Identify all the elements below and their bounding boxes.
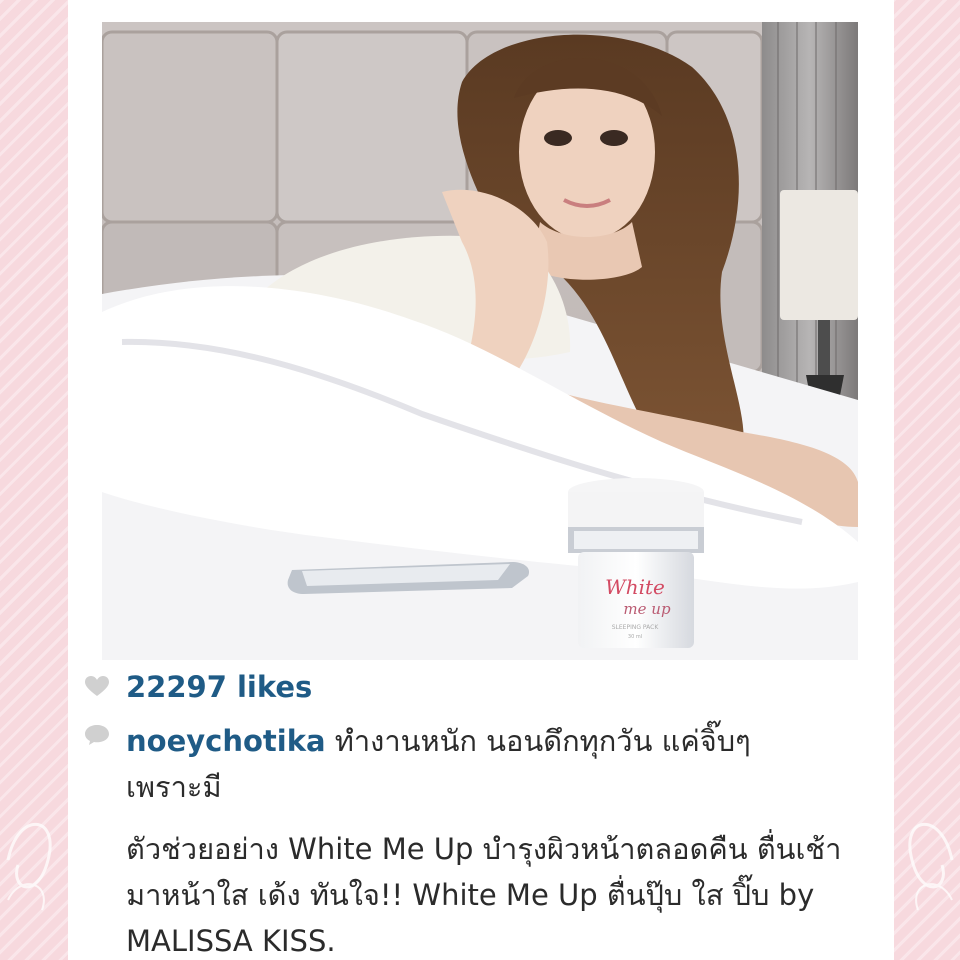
caption-paragraph-1: noeychotika ทำงานหนัก นอนดึกทุกวัน แค่จิ… (126, 718, 870, 810)
likes-count[interactable]: 22297 likes (126, 670, 312, 704)
left-pink-border (0, 0, 68, 960)
post-caption: noeychotika ทำงานหนัก นอนดึกทุกวัน แค่จิ… (126, 718, 870, 960)
right-ornament (908, 822, 954, 911)
username-link[interactable]: noeychotika (126, 724, 326, 758)
svg-text:30 ml: 30 ml (628, 634, 642, 640)
left-ornament (6, 822, 52, 911)
product-jar: White me up SLEEPING PACK 30 ml (568, 478, 704, 648)
post-photo[interactable]: White me up SLEEPING PACK 30 ml (102, 22, 858, 660)
svg-text:SLEEPING PACK: SLEEPING PACK (612, 624, 660, 631)
instagram-post-card: White me up SLEEPING PACK 30 ml 22297 li… (68, 0, 894, 960)
right-pink-border (892, 0, 960, 960)
comment-icon[interactable] (84, 724, 110, 746)
likes-row: 22297 likes (84, 670, 874, 704)
svg-text:White: White (605, 575, 665, 599)
caption-text-line-1: ทำงานหนัก นอนดึกทุกวัน แค่จิ๊บๆ (334, 724, 751, 758)
svg-text:me up: me up (623, 600, 671, 618)
post-photo-illustration: White me up SLEEPING PACK 30 ml (102, 22, 858, 660)
caption-text-line-2: เพราะมี (126, 770, 222, 804)
heart-icon[interactable] (84, 676, 110, 698)
caption-paragraph-2: ตัวช่วยอย่าง White Me Up บำรุงผิวหน้าตลอ… (126, 832, 842, 958)
